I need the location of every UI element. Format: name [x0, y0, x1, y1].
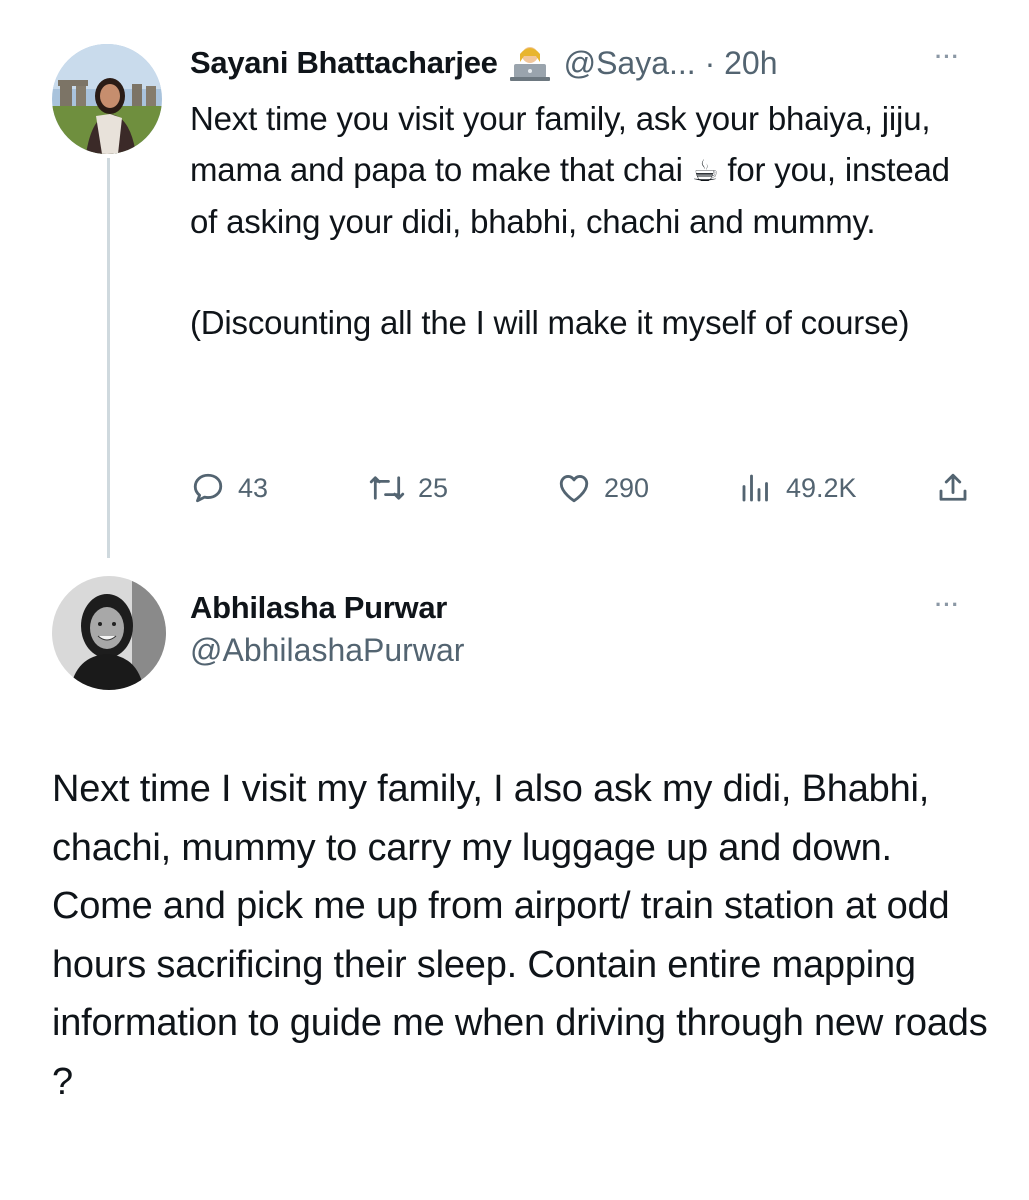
- author-handle[interactable]: @AbhilashaPurwar: [190, 632, 464, 668]
- heart-icon: [559, 475, 589, 503]
- tweet1-action-bar: 43 25 290 49.2K: [190, 470, 980, 510]
- reply-icon: [193, 473, 223, 503]
- more-options-icon[interactable]: ···: [935, 592, 960, 618]
- tweet1-body: Next time you visit your family, ask you…: [190, 94, 980, 348]
- avatar-sayani[interactable]: [52, 44, 162, 154]
- person-with-laptop-icon: [508, 44, 552, 82]
- avatar-photo: [52, 576, 166, 690]
- like-count: 290: [604, 472, 650, 503]
- tweet2-text: Next time I visit my family, I also ask …: [52, 768, 988, 1103]
- separator-dot: ·: [695, 45, 725, 81]
- hot-beverage-icon: ☕: [691, 153, 719, 189]
- thread-connector-line: [107, 158, 110, 558]
- share-icon: [939, 473, 967, 501]
- more-options-icon[interactable]: ···: [935, 44, 960, 70]
- avatar-abhilasha[interactable]: [52, 576, 166, 690]
- avatar-photo: [52, 44, 162, 154]
- reply-button[interactable]: 43: [190, 470, 268, 506]
- repost-button[interactable]: 25: [368, 470, 448, 506]
- tweet2-header: Abhilasha Purwar @AbhilashaPurwar: [190, 590, 464, 668]
- like-button[interactable]: 290: [556, 470, 649, 506]
- author-name[interactable]: Abhilasha Purwar: [190, 590, 464, 626]
- tweet2-body: Next time I visit my family, I also ask …: [52, 760, 992, 1111]
- tweet1-header: Sayani Bhattacharjee @Saya... · 20h: [190, 44, 778, 82]
- author-name[interactable]: Sayani Bhattacharjee: [190, 45, 498, 81]
- author-handle[interactable]: @Saya...: [564, 45, 696, 81]
- views-chart-icon: [742, 474, 768, 502]
- views-button[interactable]: 49.2K: [738, 470, 857, 506]
- tweet1-paragraph-1: Next time you visit your family, ask you…: [190, 94, 980, 248]
- share-button[interactable]: [935, 470, 983, 506]
- repost-count: 25: [418, 472, 449, 503]
- tweet1-paragraph-2: (Discounting all the I will make it myse…: [190, 303, 910, 341]
- views-count: 49.2K: [786, 472, 857, 503]
- repost-icon: [369, 476, 405, 500]
- timestamp[interactable]: 20h: [724, 45, 777, 81]
- reply-count: 43: [238, 472, 269, 503]
